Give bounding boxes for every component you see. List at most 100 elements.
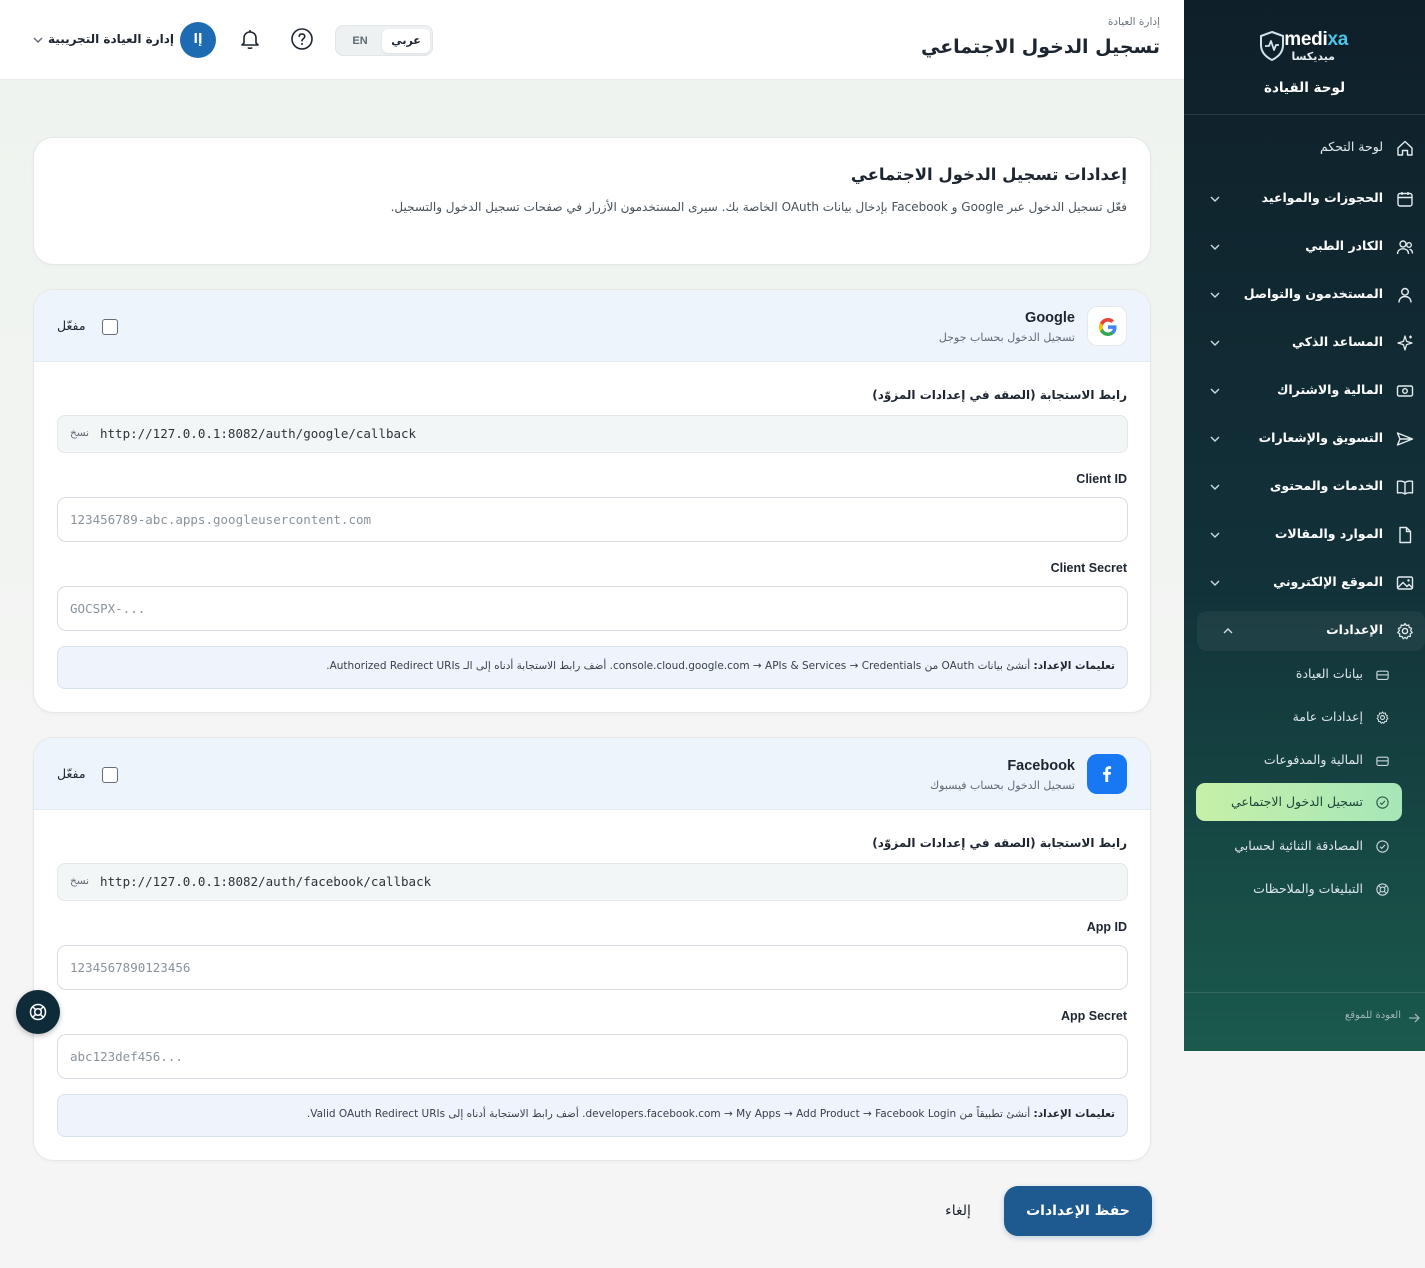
facebook-enable-toggle[interactable]: مفعّل xyxy=(57,765,127,785)
chevron-down-icon xyxy=(1210,532,1220,538)
chevron-down-icon xyxy=(1210,340,1220,346)
chevron-down-icon xyxy=(33,37,43,43)
provider-header: Facebook تسجيل الدخول بحساب فيسبوك مفعّل xyxy=(34,738,1150,810)
chevron-down-icon xyxy=(1210,244,1220,250)
breadcrumb[interactable]: إدارة العيادة xyxy=(1108,16,1160,28)
sparkles-icon xyxy=(1397,335,1413,351)
enable-checkbox[interactable] xyxy=(102,319,118,335)
top-header: إدارة العيادة تسجيل الدخول الاجتماعي EN … xyxy=(0,0,1184,80)
sidebar-item-label: الموقع الإلكتروني xyxy=(1273,574,1383,589)
app-secret-input[interactable] xyxy=(57,1034,1128,1079)
app-id-label: App ID xyxy=(1086,920,1127,934)
sidebar-subitem-label: إعدادات عامة xyxy=(1292,709,1363,724)
sidebar-subitem[interactable]: التبليغات والملاحظات xyxy=(1184,870,1425,908)
google-enable-toggle[interactable]: مفعّل xyxy=(57,317,127,337)
briefcase-icon xyxy=(1376,756,1389,766)
provider-subtitle: تسجيل الدخول بحساب فيسبوك xyxy=(930,779,1075,792)
provider-subtitle: تسجيل الدخول بحساب جوجل xyxy=(938,331,1075,344)
sidebar-subitem[interactable]: بيانات العيادة xyxy=(1184,655,1425,693)
save-settings-button[interactable]: حفظ الإعدادات xyxy=(1004,1186,1152,1236)
avatar: إا xyxy=(180,22,216,58)
chevron-down-icon xyxy=(1210,580,1220,586)
sidebar-subitem[interactable]: تسجيل الدخول الاجتماعي xyxy=(1196,783,1402,821)
enable-label: مفعّل xyxy=(57,766,86,781)
intro-description: فعّل تسجيل الدخول عبر Google و Facebook … xyxy=(390,200,1127,214)
sidebar-item-label: الموارد والمقالات xyxy=(1274,526,1383,541)
enable-checkbox[interactable] xyxy=(102,767,118,783)
language-switcher: EN عربي xyxy=(335,25,433,56)
client-secret-input[interactable] xyxy=(57,586,1128,631)
brand-name-arabic: ميديكسا xyxy=(1291,50,1335,63)
lang-ar-button[interactable]: عربي xyxy=(382,29,430,53)
facebook-callback-url-box: نسخ http://127.0.0.1:8082/auth/facebook/… xyxy=(57,863,1128,901)
sidebar-item[interactable]: لوحة التحكم xyxy=(1184,128,1425,168)
sidebar-item-label: المالية والاشتراك xyxy=(1276,382,1383,397)
callback-url-label: رابط الاستجابة (الصقه في إعدادات المزوّد… xyxy=(872,388,1127,402)
sidebar-divider xyxy=(1184,114,1425,115)
callback-url-label: رابط الاستجابة (الصقه في إعدادات المزوّد… xyxy=(872,836,1127,850)
help-icon[interactable] xyxy=(290,27,314,51)
sidebar-item[interactable]: التسويق والإشعارات xyxy=(1184,419,1425,459)
sidebar-item[interactable]: المستخدمون والتواصل xyxy=(1184,275,1425,315)
sidebar-subitem-label: المالية والمدفوعات xyxy=(1263,752,1363,767)
shield-pulse-icon xyxy=(1260,31,1284,61)
app-id-input[interactable] xyxy=(57,945,1128,990)
sidebar-item[interactable]: المالية والاشتراك xyxy=(1184,371,1425,411)
setup-instructions: تعليمات الإعداد: أنشئ تطبيقاً من develop… xyxy=(57,1094,1128,1137)
copy-button[interactable]: نسخ xyxy=(70,427,89,439)
chevron-down-icon xyxy=(1210,292,1220,298)
user-name: إدارة العيادة التجريبية xyxy=(48,32,174,46)
hint-title: تعليمات الإعداد: xyxy=(1033,660,1115,672)
calendar-icon xyxy=(1397,192,1413,207)
brand-name: medixa xyxy=(1284,29,1348,50)
sidebar: medixa ميديكسا لوحة القيادة لوحة التحكم ا… xyxy=(1184,0,1425,1051)
check-circle-icon xyxy=(1376,796,1389,809)
client-id-input[interactable] xyxy=(57,497,1128,542)
sidebar-subitem[interactable]: المالية والمدفوعات xyxy=(1184,741,1425,779)
provider-name: Google xyxy=(1025,310,1075,326)
sidebar-item-label: التسويق والإشعارات xyxy=(1258,430,1383,445)
google-icon xyxy=(1099,318,1117,336)
check-circle-icon xyxy=(1376,840,1389,853)
sidebar-subitem[interactable]: المصادقة الثنائية لحسابي xyxy=(1184,827,1425,865)
briefcase-icon xyxy=(1376,670,1389,680)
sidebar-subitem-label: المصادقة الثنائية لحسابي xyxy=(1234,838,1363,853)
hint-body: أنشئ تطبيقاً من developers.facebook.com … xyxy=(306,1108,1031,1120)
chevron-down-icon xyxy=(1210,436,1220,442)
user-menu[interactable]: إا إدارة العيادة التجريبية xyxy=(32,22,218,58)
sidebar-divider xyxy=(1184,992,1425,993)
facebook-provider-card: Facebook تسجيل الدخول بحساب فيسبوك مفعّل… xyxy=(33,737,1151,1161)
app-secret-label: App Secret xyxy=(1061,1009,1127,1023)
back-to-site-link[interactable]: العودة للموقع xyxy=(1184,1010,1425,1026)
copy-button[interactable]: نسخ xyxy=(70,875,89,887)
intro-title: إعدادات تسجيل الدخول الاجتماعي xyxy=(850,165,1127,184)
chevron-up-icon xyxy=(1223,628,1233,634)
sidebar-item[interactable]: الحجوزات والمواعيد xyxy=(1184,179,1425,219)
home-icon xyxy=(1397,140,1413,156)
provider-header: Google تسجيل الدخول بحساب جوجل مفعّل xyxy=(34,290,1150,362)
arrow-right-icon xyxy=(1409,1013,1420,1023)
facebook-icon xyxy=(1102,766,1112,782)
sidebar-item[interactable]: المساعد الذكي xyxy=(1184,323,1425,363)
bell-icon[interactable] xyxy=(238,27,262,51)
sidebar-item[interactable]: الموارد والمقالات xyxy=(1184,515,1425,555)
callback-url[interactable]: http://127.0.0.1:8082/auth/facebook/call… xyxy=(100,874,431,889)
sidebar-item[interactable]: الموقع الإلكتروني xyxy=(1184,563,1425,603)
brand-logo[interactable]: medixa ميديكسا xyxy=(1184,28,1425,68)
sidebar-item[interactable]: الكادر الطبي xyxy=(1184,227,1425,267)
sidebar-item-label: الحجوزات والمواعيد xyxy=(1261,190,1383,205)
support-float-button[interactable] xyxy=(16,990,60,1034)
lifebuoy-icon xyxy=(29,1003,47,1021)
sidebar-subitem-label: التبليغات والملاحظات xyxy=(1253,881,1363,896)
sidebar-item[interactable]: الخدمات والمحتوى xyxy=(1184,467,1425,507)
callback-url[interactable]: http://127.0.0.1:8082/auth/google/callba… xyxy=(100,426,416,441)
cancel-button[interactable]: إلغاء xyxy=(925,1196,991,1226)
sidebar-item[interactable]: الإعدادات xyxy=(1197,611,1425,651)
sidebar-item-label: المساعد الذكي xyxy=(1292,334,1383,349)
file-icon xyxy=(1399,526,1412,544)
sidebar-subitem[interactable]: إعدادات عامة xyxy=(1184,698,1425,736)
user-icon xyxy=(1398,287,1412,303)
lang-en-button[interactable]: EN xyxy=(340,29,380,53)
client-secret-label: Client Secret xyxy=(1050,561,1127,575)
sidebar-subitem-label: بيانات العيادة xyxy=(1295,666,1363,681)
